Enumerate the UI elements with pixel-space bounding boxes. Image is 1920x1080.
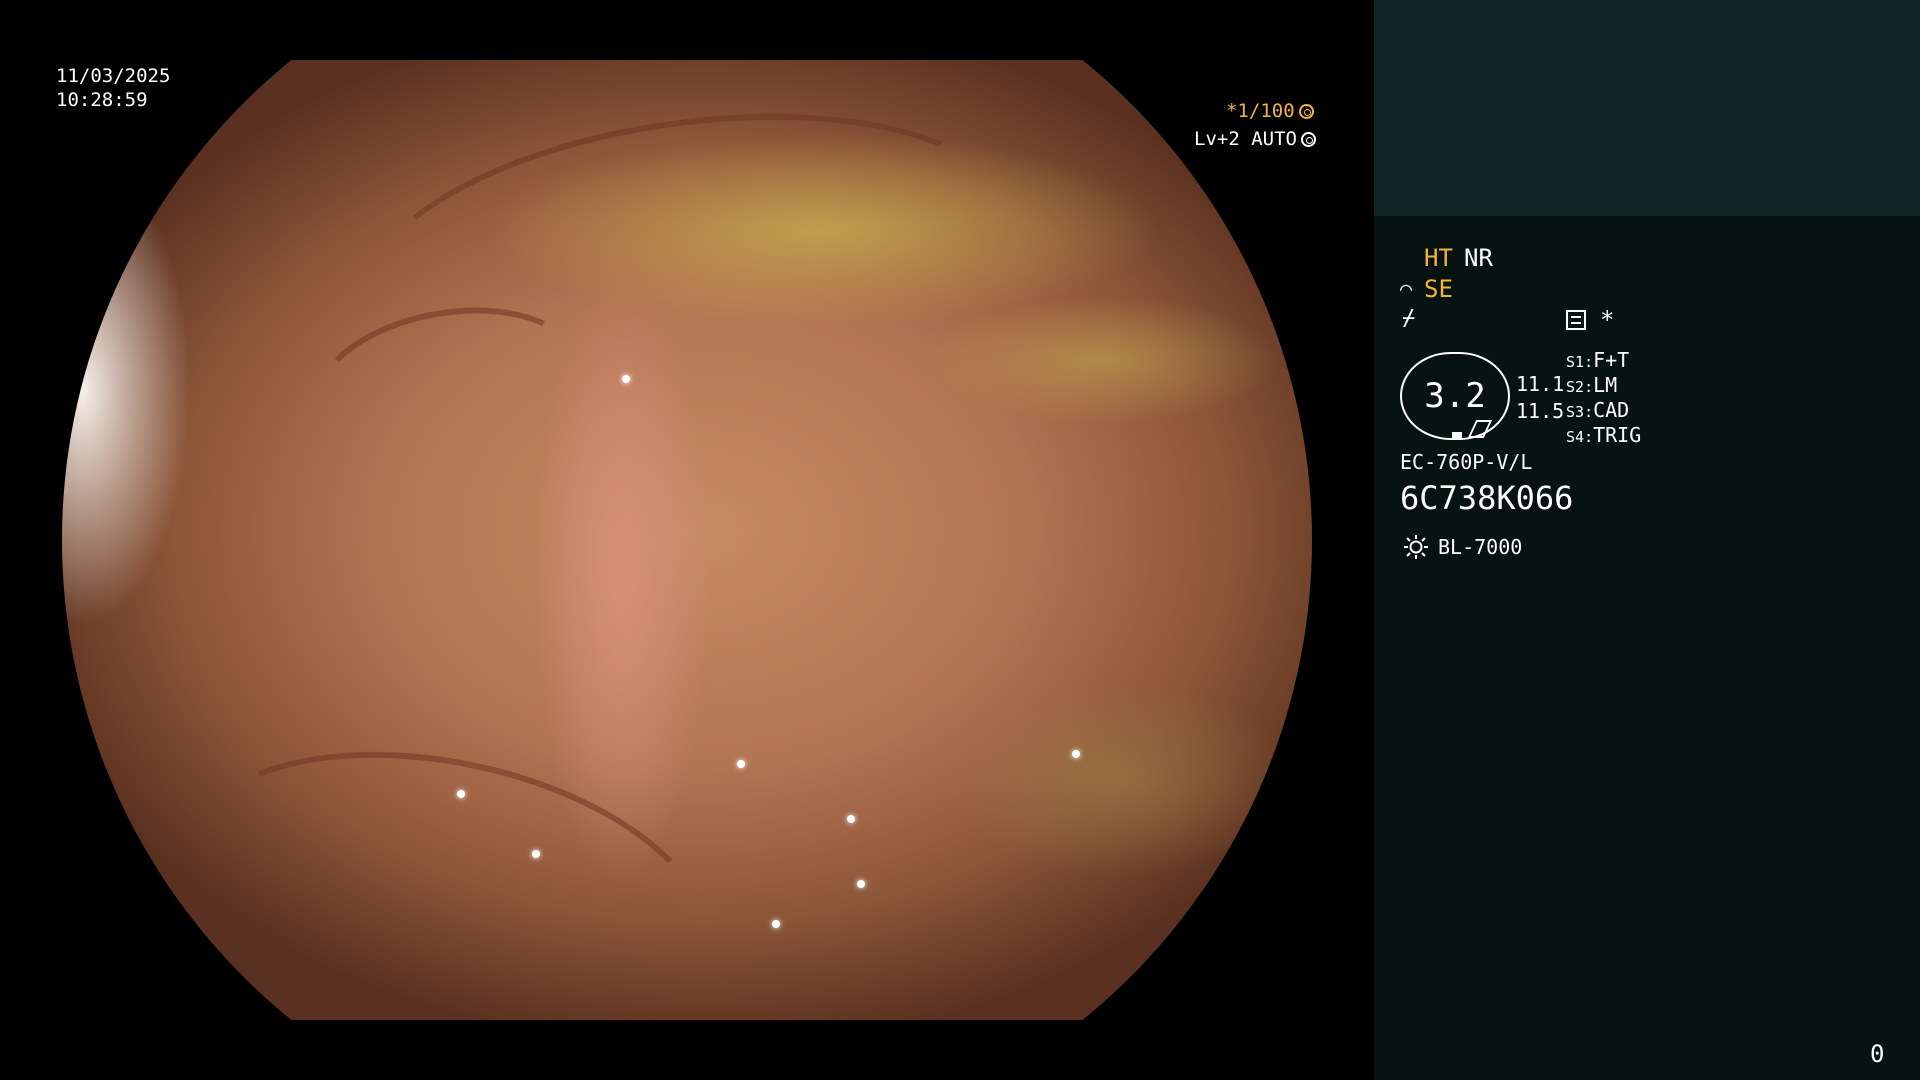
thumbnail-area — [1374, 0, 1920, 216]
light-reflection — [532, 850, 540, 858]
switch-separator: : — [1584, 353, 1594, 371]
settings-list-icon — [1566, 310, 1586, 330]
light-reflection — [1072, 750, 1080, 758]
asterisk-indicator: * — [1600, 306, 1615, 334]
badge-tool-icon — [1467, 420, 1493, 438]
filter-icon: ⌿ — [1402, 306, 1416, 331]
mucosal-fold — [159, 707, 737, 1080]
switch-separator: : — [1584, 403, 1594, 421]
iris-icon — [1300, 132, 1316, 147]
badge-marker-icon — [1452, 432, 1462, 440]
switch-separator: : — [1584, 378, 1594, 396]
switch-separator: : — [1584, 428, 1594, 446]
switch-key: S4 — [1566, 428, 1585, 446]
level-readout: Lv+2 AUTO — [1194, 127, 1316, 151]
se-mode: SE — [1424, 275, 1453, 303]
switch-value: LM — [1593, 373, 1618, 397]
switch-value: F+T — [1593, 348, 1630, 372]
light-reflection — [457, 790, 465, 798]
zoom-upper: 11.1 — [1516, 372, 1565, 396]
zoom-value: 3.2 — [1424, 376, 1486, 416]
shutter-readout: *1/100 — [1226, 99, 1314, 123]
switch-value: TRIG — [1593, 423, 1642, 447]
endoscope-image — [62, 60, 1312, 1080]
light-reflection — [857, 880, 865, 888]
light-source-icon — [1404, 535, 1428, 559]
ht-mode: HT — [1424, 244, 1453, 272]
zoom-badge: 3.2 — [1400, 352, 1510, 440]
frame-counter: 0 — [1870, 1040, 1885, 1068]
shutter-value: *1/100 — [1226, 100, 1295, 122]
zoom-lower: 11.5 — [1516, 399, 1565, 423]
light-reflection — [622, 375, 630, 383]
light-reflection — [737, 760, 745, 768]
structure-enhance-icon: ⌒ — [1400, 276, 1413, 300]
nr-mode: NR — [1464, 244, 1493, 272]
scope-model: EC-760P-V/L — [1400, 450, 1533, 474]
light-source-model: BL-7000 — [1438, 535, 1523, 559]
light-reflection — [847, 815, 855, 823]
scope-serial: 6C738K066 — [1400, 479, 1574, 517]
endoscope-view: 11/03/2025 10:28:59 *1/100 Lv+2 AUTO — [0, 0, 1374, 1080]
shutter-icon — [1298, 104, 1314, 119]
switch-key: S3 — [1566, 403, 1585, 421]
time-readout: 10:28:59 — [56, 89, 148, 111]
switch-row: S4:TRIG — [1566, 421, 1641, 451]
switch-value: CAD — [1593, 398, 1630, 422]
switch-key: S1 — [1566, 353, 1585, 371]
switch-key: S2 — [1566, 378, 1585, 396]
level-value: Lv+2 AUTO — [1194, 128, 1297, 150]
endoscopy-monitor: 11/03/2025 10:28:59 *1/100 Lv+2 AUTO HT … — [0, 0, 1920, 1080]
light-reflection — [772, 920, 780, 928]
info-panel: HT NR ⌒ SE ⌿ * 3.2 11.1 11.5 S1:F+T S2:L… — [1374, 0, 1920, 1080]
date-readout: 11/03/2025 — [56, 65, 171, 87]
